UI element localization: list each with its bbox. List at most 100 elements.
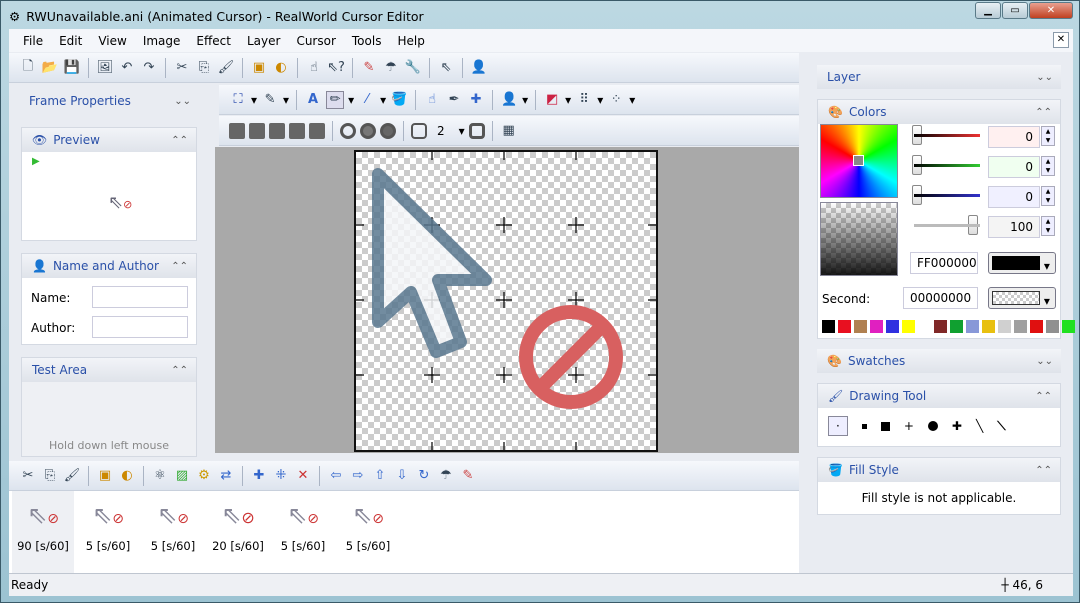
menu-cursor[interactable]: Cursor — [288, 34, 343, 48]
line-width-max-icon[interactable] — [468, 122, 485, 139]
fill-style-gradient[interactable] — [269, 122, 285, 139]
brush-plus-small[interactable]: + — [904, 419, 914, 433]
red-input[interactable]: 0 — [988, 126, 1040, 148]
palette-swatch[interactable] — [934, 320, 947, 333]
cut-icon[interactable]: ✂ — [173, 59, 191, 77]
fill-style-hatched[interactable] — [249, 122, 265, 139]
brush-circle[interactable] — [927, 421, 938, 431]
move-right-icon[interactable]: ⇨ — [349, 467, 367, 485]
frame-item[interactable]: ⇖⊘ 5 [s/60] — [77, 491, 139, 573]
frame-paste-icon[interactable]: 🖌 — [63, 467, 81, 485]
eyedropper-tool-icon[interactable]: ✒ — [445, 91, 463, 109]
redo-icon[interactable]: ↷ — [140, 59, 158, 77]
brush-square-small[interactable] — [861, 423, 867, 429]
copy-icon[interactable]: ⎘ — [195, 59, 213, 77]
palette-swatch[interactable] — [1062, 320, 1075, 333]
frame-shadow-icon[interactable]: ☂ — [437, 467, 455, 485]
undo-icon[interactable]: ↶ — [118, 59, 136, 77]
user-icon[interactable]: 👤 — [470, 59, 488, 77]
frame-item[interactable]: ⇖⊘ 5 [s/60] — [272, 491, 334, 573]
frame-settings-icon[interactable]: ⚙ — [195, 467, 213, 485]
frame-properties-header[interactable]: Frame Properties ⌄⌄ — [19, 89, 199, 113]
move-left-icon[interactable]: ⇦ — [327, 467, 345, 485]
outline-filled-icon[interactable] — [360, 122, 376, 139]
brush-square-large[interactable] — [880, 421, 890, 431]
add-frame-icon[interactable]: ✚ — [250, 467, 268, 485]
line-width-value[interactable]: 2 — [431, 124, 455, 138]
play-icon[interactable]: ▶ — [32, 156, 40, 167]
color-adjust-icon[interactable]: ✎ — [360, 59, 378, 77]
fill-style-soft[interactable] — [289, 122, 305, 139]
fill-style-header[interactable]: 🪣 Fill Style ⌃⌃ — [818, 458, 1060, 482]
drawing-tool-header[interactable]: 🖌 Drawing Tool ⌃⌃ — [818, 384, 1060, 408]
palette-swatch[interactable] — [998, 320, 1011, 333]
duplicate-frame-icon[interactable]: ⁜ — [272, 467, 290, 485]
menu-layer[interactable]: Layer — [239, 34, 288, 48]
palette-swatch[interactable] — [854, 320, 867, 333]
save-for-web-icon[interactable]: 🖼 — [96, 59, 114, 77]
palette-swatch[interactable] — [918, 320, 931, 333]
blue-spinner[interactable]: ▲ ▼ — [1041, 186, 1055, 206]
frame-mask-icon[interactable]: ◐ — [118, 467, 136, 485]
second-color-dropdown[interactable]: ▾ — [988, 287, 1056, 309]
second-hex-input[interactable]: 00000000 — [903, 287, 978, 309]
green-spinner[interactable]: ▲ ▼ — [1041, 156, 1055, 176]
cursor-canvas[interactable] — [354, 150, 658, 452]
wrench-icon[interactable]: 🔧 — [404, 59, 422, 77]
help-cursor-icon[interactable]: ⇖? — [327, 59, 345, 77]
menu-help[interactable]: Help — [389, 34, 432, 48]
move-tool-icon[interactable]: ✚ — [467, 91, 485, 109]
frame-item[interactable]: ⇖⊘ 5 [s/60] — [142, 491, 204, 573]
user-tool-icon[interactable]: 👤 — [500, 91, 518, 109]
minimize-button[interactable]: ▁ — [975, 2, 1001, 19]
text-tool-icon[interactable]: A — [304, 91, 322, 109]
move-up-icon[interactable]: ⇧ — [371, 467, 389, 485]
frame-colors-icon[interactable]: ⚛ — [151, 467, 169, 485]
brush-diagonal-large[interactable]: ⟍ — [997, 419, 1005, 434]
shadow-icon[interactable]: ☂ — [382, 59, 400, 77]
frame-copy-icon[interactable]: ⎘ — [41, 467, 59, 485]
shape-tool-icon[interactable]: ◩ — [543, 91, 561, 109]
primary-hex-input[interactable]: FF000000 — [910, 252, 978, 274]
magic-wand-icon[interactable]: ✎ — [261, 91, 279, 109]
delete-frame-icon[interactable]: ✕ — [294, 467, 312, 485]
test-area-header[interactable]: Test Area ⌃⌃ — [22, 358, 196, 382]
hue-picker[interactable] — [820, 124, 898, 198]
open-icon[interactable]: 📂 — [41, 59, 59, 77]
palette-swatch[interactable] — [902, 320, 915, 333]
menu-effect[interactable]: Effect — [188, 34, 239, 48]
outline-icon[interactable] — [340, 122, 356, 139]
menu-image[interactable]: Image — [135, 34, 189, 48]
name-author-header[interactable]: 👤 Name and Author ⌃⌃ — [22, 254, 196, 278]
frame-item[interactable]: ⇖⊘ 5 [s/60] — [337, 491, 399, 573]
frame-item[interactable]: ⇖⊘ 20 [s/60] — [207, 491, 269, 573]
palette-swatch[interactable] — [822, 320, 835, 333]
fill-style-half[interactable] — [309, 122, 325, 139]
brush-diagonal-small[interactable]: ╲ — [976, 419, 983, 433]
menu-file[interactable]: File — [15, 34, 51, 48]
brush-dot-1[interactable]: · — [828, 416, 848, 436]
frame-color-adjust-icon[interactable]: ✎ — [459, 467, 477, 485]
line-tool-icon[interactable]: ⁄ — [358, 91, 376, 109]
menu-view[interactable]: View — [90, 34, 134, 48]
close-document-button[interactable]: ✕ — [1053, 32, 1069, 48]
test-area[interactable]: Hold down left mouse button and move the… — [22, 382, 196, 456]
rotate-icon[interactable]: ↻ — [415, 467, 433, 485]
fill-style-solid[interactable] — [229, 122, 245, 139]
frame-swap-icon[interactable]: ⇄ — [217, 467, 235, 485]
swatches-header[interactable]: 🎨 Swatches ⌄⌄ — [817, 349, 1061, 373]
brush-plus-large[interactable]: ✚ — [952, 419, 962, 433]
layer-header[interactable]: Layer ⌄⌄ — [817, 65, 1061, 89]
frame-image-icon[interactable]: ▨ — [173, 467, 191, 485]
palette-swatch[interactable] — [982, 320, 995, 333]
colors-header[interactable]: 🎨 Colors ⌃⌃ — [818, 100, 1060, 124]
retouch-tool-icon[interactable]: ☝ — [423, 91, 441, 109]
author-input[interactable] — [92, 316, 188, 338]
frame-cut-icon[interactable]: ✂ — [19, 467, 37, 485]
palette-swatch[interactable] — [838, 320, 851, 333]
palette-swatch[interactable] — [1046, 320, 1059, 333]
paste-icon[interactable]: 🖌 — [217, 59, 235, 77]
antialias-icon[interactable]: ▦ — [500, 122, 518, 140]
cursor-icon[interactable]: ⇖ — [437, 59, 455, 77]
move-down-icon[interactable]: ⇩ — [393, 467, 411, 485]
